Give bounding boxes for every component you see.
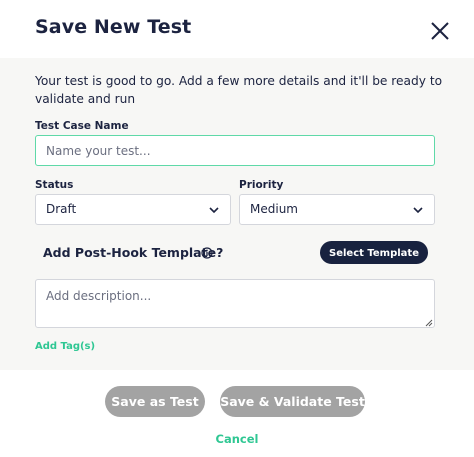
info-icon[interactable] <box>201 247 213 259</box>
chevron-down-icon <box>413 207 423 214</box>
close-icon <box>431 22 449 40</box>
dialog-title: Save New Test <box>35 16 192 38</box>
dialog-footer: Save as Test Save & Validate Test Cancel <box>0 370 474 457</box>
status-select[interactable]: Draft <box>35 194 231 225</box>
dialog-body: Your test is good to go. Add a few more … <box>0 58 474 370</box>
test-case-name-label: Test Case Name <box>35 120 129 132</box>
save-validate-button[interactable]: Save & Validate Test <box>220 386 365 417</box>
intro-text: Your test is good to go. Add a few more … <box>35 74 443 106</box>
description-textarea[interactable] <box>35 279 435 328</box>
test-case-name-input[interactable] <box>35 135 435 166</box>
add-tags-link[interactable]: Add Tag(s) <box>35 341 95 352</box>
post-hook-label: Add Post-Hook Template? <box>43 245 224 260</box>
priority-select[interactable]: Medium <box>239 194 435 225</box>
select-template-button[interactable]: Select Template <box>320 241 428 264</box>
status-selected-value: Draft <box>46 202 77 216</box>
status-label: Status <box>35 179 74 191</box>
dialog-header: Save New Test <box>0 0 474 58</box>
cancel-button[interactable]: Cancel <box>0 432 474 446</box>
chevron-down-icon <box>209 207 219 214</box>
close-button[interactable] <box>428 19 452 43</box>
save-as-test-button[interactable]: Save as Test <box>105 386 205 417</box>
priority-selected-value: Medium <box>250 202 298 216</box>
resize-handle-icon[interactable] <box>425 319 433 327</box>
priority-label: Priority <box>239 179 284 191</box>
